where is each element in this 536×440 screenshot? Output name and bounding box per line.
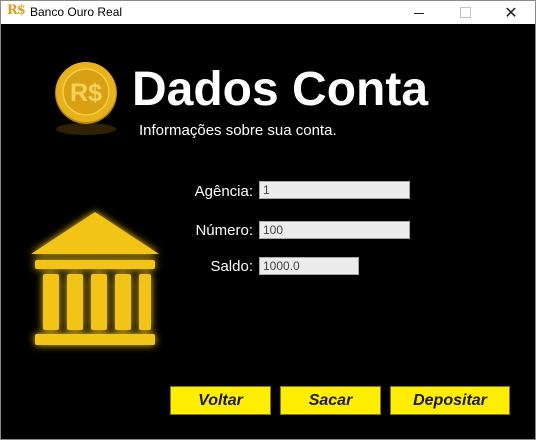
title-bar[interactable]: R$ Banco Ouro Real ✕ [1, 1, 535, 24]
minimize-icon [414, 13, 424, 14]
agencia-field[interactable] [259, 181, 410, 199]
voltar-button[interactable]: Voltar [170, 386, 271, 415]
maximize-button[interactable] [442, 1, 488, 24]
minimize-button[interactable] [396, 1, 442, 24]
saldo-field[interactable] [259, 257, 359, 275]
sacar-button[interactable]: Sacar [280, 386, 381, 415]
agencia-label: Agência: [194, 183, 253, 200]
saldo-label: Saldo: [210, 258, 253, 275]
numero-label: Número: [195, 222, 253, 239]
bank-icon [31, 212, 159, 345]
maximize-icon [459, 7, 471, 18]
depositar-button[interactable]: Depositar [390, 386, 510, 415]
page-subtitle: Informações sobre sua conta. [139, 122, 337, 139]
window-title: Banco Ouro Real [30, 5, 123, 19]
coin-icon: R$ [55, 62, 117, 135]
close-button[interactable]: ✕ [488, 1, 534, 24]
page-title: Dados Conta [132, 63, 429, 116]
numero-field[interactable] [259, 221, 410, 239]
app-logo-icon: R$ [7, 3, 26, 18]
coin-symbol: R$ [70, 79, 102, 107]
main-panel: R$ Dados Conta Informações sobre sua con… [1, 24, 535, 439]
close-icon: ✕ [504, 4, 518, 22]
app-window: R$ Banco Ouro Real ✕ R$ Dados Conta Info… [0, 0, 536, 440]
